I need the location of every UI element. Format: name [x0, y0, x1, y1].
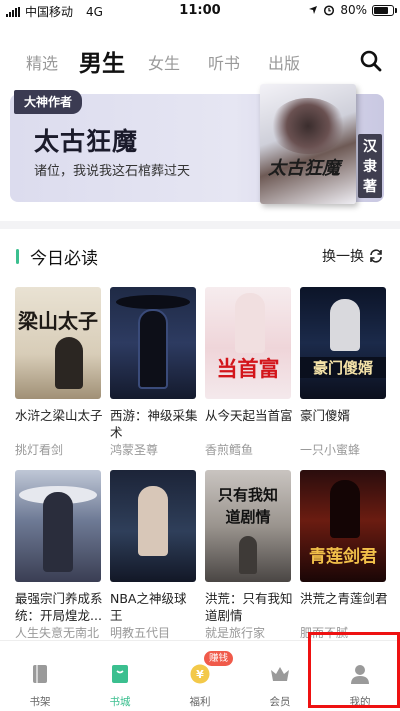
book-card[interactable]: 豪门傻婿 豪门傻婿 一只小蜜蜂: [300, 287, 388, 458]
book-card[interactable]: 梁山太子 水浒之梁山太子 挑灯看剑: [15, 287, 103, 458]
book-title: 最强宗门养成系统：开局煌龙...: [15, 591, 103, 623]
banner-tag: 大神作者: [14, 90, 83, 114]
refresh-button[interactable]: 换一换: [322, 246, 384, 266]
cover-figure: [239, 536, 257, 574]
book-cover: [15, 470, 101, 582]
book-title: 水浒之梁山太子: [15, 408, 103, 423]
cover-title: 豪门傻婿: [300, 357, 386, 378]
search-button[interactable]: [358, 48, 384, 74]
book-cover: 当首富: [205, 287, 291, 399]
book-author: 明教五代目: [110, 626, 171, 640]
featured-author-banner[interactable]: 大神作者 太古狂魔 诸位，我说我这石棺葬过天 太古狂魔 汉隶著: [10, 84, 384, 209]
book-card[interactable]: 最强宗门养成系统：开局煌龙... 人生失意无南北: [15, 470, 103, 641]
cover-title: 只有我知道剧情: [217, 486, 278, 526]
book-author: 鸿蒙圣尊: [110, 443, 159, 457]
book-title: 豪门傻婿: [300, 408, 351, 423]
crown-icon: [271, 667, 289, 681]
battery-percent: 80%: [340, 3, 367, 17]
earn-badge: 赚钱: [204, 651, 234, 666]
banner-title: 太古狂魔: [34, 127, 139, 156]
book-author: 就是旅行家: [205, 626, 266, 640]
banner-cover-title: 太古狂魔: [268, 158, 340, 179]
book-cover: [110, 470, 196, 582]
highlight-box: [308, 632, 400, 708]
book-author: 人生失意无南北: [15, 626, 100, 640]
tab-publishing[interactable]: 出版: [268, 50, 300, 74]
bookshelf-icon: [33, 665, 47, 683]
cover-figure: [55, 337, 83, 389]
cover-title: 青莲剑君: [309, 547, 377, 567]
tab-male[interactable]: 男生: [79, 44, 125, 78]
battery-fill: [374, 6, 389, 14]
banner-author-name: 汉隶著: [363, 139, 377, 195]
nav-label: 福利: [189, 696, 211, 708]
cover-figure: [330, 480, 360, 538]
tab-featured[interactable]: 精选: [26, 50, 58, 74]
cover-figure: [138, 309, 168, 389]
cover-figure: [330, 299, 360, 351]
section-title: 今日必读: [30, 249, 98, 269]
status-right: 80%: [308, 3, 397, 17]
banner-subtitle: 诸位，我说我这石棺葬过天: [34, 164, 191, 179]
book-cover: [110, 287, 196, 399]
section-divider: [0, 221, 400, 229]
refresh-icon: [370, 249, 382, 263]
nav-welfare[interactable]: ¥ 赚钱 福利: [160, 641, 240, 711]
tab-audiobook[interactable]: 听书: [208, 50, 240, 74]
svg-text:¥: ¥: [196, 668, 204, 681]
daily-reads-header: 今日必读 换一换: [0, 240, 400, 270]
status-bar: 中国移动 4G 11:00 80%: [0, 0, 400, 22]
welfare-coin-icon: ¥: [190, 664, 210, 684]
cover-hat: [116, 295, 190, 309]
cover-title: 梁山太子: [18, 309, 98, 333]
book-title: 西游：神级采集术: [110, 408, 198, 440]
book-cover: 梁山太子: [15, 287, 101, 399]
bookstore-icon: [112, 665, 128, 683]
nav-bookstore[interactable]: 书城: [80, 641, 160, 711]
book-title: 洪荒之青莲剑君: [300, 591, 388, 606]
book-card[interactable]: NBA之神级球王 明教五代目: [110, 470, 198, 641]
location-icon: [309, 6, 318, 14]
nav-label: 书城: [109, 696, 131, 708]
category-tabs: 精选 男生 女生 听书 出版: [0, 40, 400, 80]
cover-figure: [43, 492, 73, 572]
tab-female[interactable]: 女生: [148, 50, 180, 74]
book-card[interactable]: 当首富 从今天起当首富 香煎鳕鱼: [205, 287, 293, 458]
book-author: 挑灯看剑: [15, 443, 64, 457]
section-marker: [16, 249, 19, 264]
book-cover: 青莲剑君: [300, 470, 386, 582]
book-title: 从今天起当首富: [205, 408, 293, 423]
dragon-illustration: [270, 98, 346, 154]
nav-label: 书架: [29, 696, 51, 708]
cover-title: 当首富: [216, 357, 280, 381]
book-cover: 只有我知道剧情: [205, 470, 291, 582]
book-author: 一只小蜜蜂: [300, 443, 361, 457]
banner-author-seal: 汉隶著: [358, 134, 382, 198]
refresh-label: 换一换: [322, 249, 364, 265]
book-card[interactable]: 西游：神级采集术 鸿蒙圣尊: [110, 287, 198, 458]
nav-bookshelf[interactable]: 书架: [0, 641, 80, 711]
book-card[interactable]: 只有我知道剧情 洪荒：只有我知道剧情 就是旅行家: [205, 470, 293, 641]
battery-icon: [372, 4, 397, 16]
book-title: 洪荒：只有我知道剧情: [205, 591, 293, 623]
book-cover: 豪门傻婿: [300, 287, 386, 399]
book-card[interactable]: 青莲剑君 洪荒之青莲剑君 肥而不腻: [300, 470, 388, 641]
alarm-icon: [324, 5, 335, 16]
cover-figure: [235, 293, 265, 353]
cover-figure: [138, 486, 168, 556]
book-author: 香煎鳕鱼: [205, 443, 254, 457]
book-title: NBA之神级球王: [110, 591, 187, 623]
search-icon: [360, 50, 382, 72]
banner-book-cover[interactable]: 太古狂魔: [260, 84, 356, 204]
